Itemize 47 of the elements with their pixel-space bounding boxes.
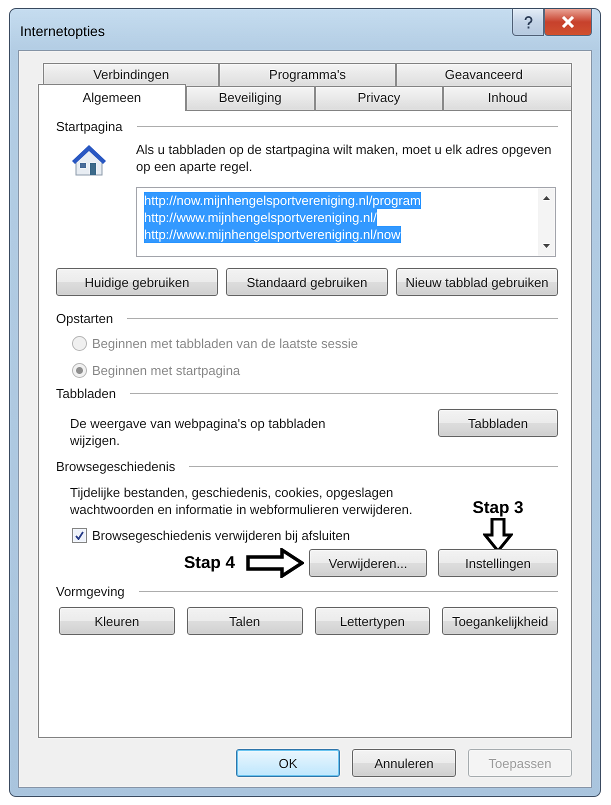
description-text: De weergave van webpagina's op tabbladen wijzigen.	[70, 415, 326, 449]
right-arrow-icon	[246, 548, 304, 578]
help-icon	[524, 16, 532, 28]
section-heading: Startpagina	[56, 119, 122, 134]
action-button[interactable]: Instellingen	[438, 549, 558, 577]
tab[interactable]: Verbindingen	[43, 63, 220, 86]
step-label: Stap 4	[184, 553, 235, 573]
section-heading: Browsegeschiedenis	[56, 459, 176, 474]
checkbox-label: Browsegeschiedenis verwijderen bij afsluiten	[92, 528, 350, 542]
action-button[interactable]: Nieuw tabblad gebruiken	[396, 268, 558, 296]
scroll-up-icon[interactable]	[543, 196, 550, 200]
description-text: Als u tabbladen op de startpagina wilt maken, moet u elk adres opgeven op een aparte regel.	[136, 141, 553, 175]
action-button[interactable]: Lettertypen	[314, 607, 430, 635]
url-text: http://now.mijnhengelsportvereniging.nl/program	[144, 192, 421, 209]
tab[interactable]: Programma's	[219, 63, 396, 86]
tab[interactable]: Privacy	[314, 86, 444, 110]
checkbox[interactable]	[72, 528, 87, 542]
scrollbar[interactable]	[538, 188, 555, 256]
tab[interactable]: Algemeen	[38, 84, 186, 111]
help-button[interactable]	[512, 9, 544, 36]
section-heading: Opstarten	[56, 311, 114, 326]
tab[interactable]: Inhoud	[443, 86, 572, 110]
tabs-button[interactable]: Tabbladen	[438, 409, 558, 437]
tab[interactable]: Geavanceerd	[396, 63, 572, 86]
action-button[interactable]: Talen	[186, 607, 302, 635]
close-button[interactable]	[544, 9, 592, 36]
down-arrow-icon	[483, 518, 513, 552]
action-button[interactable]: Standaard gebruiken	[226, 268, 388, 296]
section-heading: Tabbladen	[56, 386, 116, 401]
check-icon	[75, 530, 84, 540]
dialog-button[interactable]: OK	[236, 749, 340, 777]
radio-label: Beginnen met tabbladen van de laatste sessie	[92, 336, 358, 351]
radio-label: Beginnen met startpagina	[92, 363, 240, 378]
action-button[interactable]: Toegankelijkheid	[442, 607, 558, 635]
section-heading: Vormgeving	[56, 584, 125, 599]
action-button[interactable]: Huidige gebruiken	[56, 268, 218, 296]
tab[interactable]: Beveiliging	[186, 86, 315, 110]
url-text: http://www.mijnhengelsportvereniging.nl/now	[144, 226, 401, 243]
step-label: Stap 3	[472, 498, 524, 518]
scroll-down-icon[interactable]	[543, 244, 550, 248]
description-text: Tijdelijke bestanden, geschiedenis, cookies, opgeslagen wachtwoorden en informatie in webformulieren verwijderen.	[70, 484, 414, 518]
close-icon	[561, 16, 575, 28]
dialog-button[interactable]: Annuleren	[352, 749, 456, 777]
window-title: Internetopties	[20, 23, 105, 39]
action-button[interactable]: Verwijderen...	[309, 549, 427, 577]
url-text: http://www.mijnhengelsportvereniging.nl/	[144, 209, 377, 226]
action-button[interactable]: Kleuren	[59, 607, 175, 635]
